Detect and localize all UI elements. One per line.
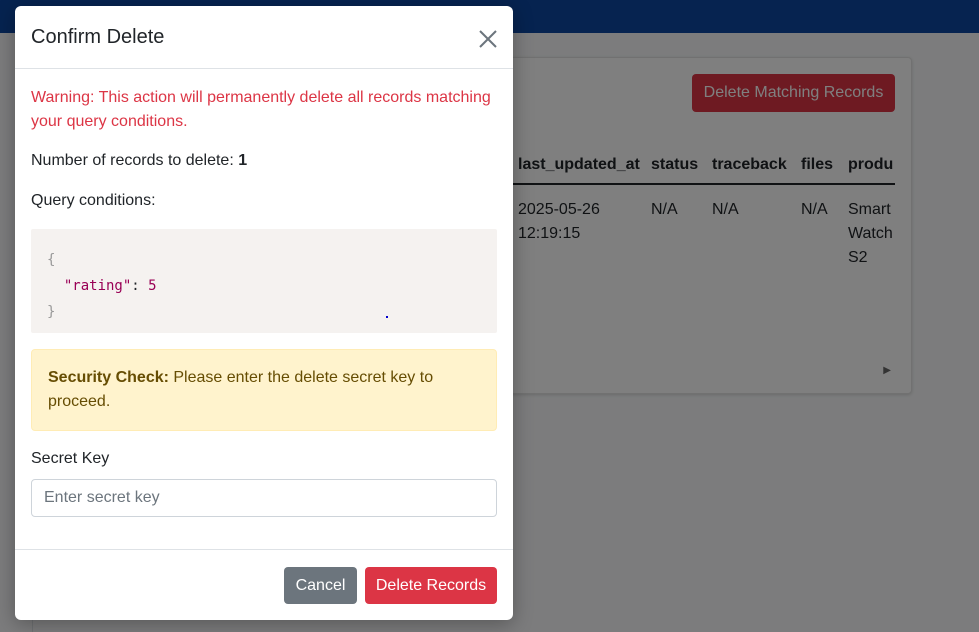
modal-header: Confirm Delete	[15, 6, 513, 69]
records-count: Number of records to delete: 1	[31, 152, 247, 170]
security-check-title: Security Check:	[48, 369, 169, 386]
records-count-label: Number of records to delete:	[31, 152, 239, 169]
code-value: 5	[148, 278, 157, 294]
confirm-delete-modal: Confirm Delete Warning: This action will…	[15, 6, 513, 620]
query-code-block: { "rating": 5 }	[31, 229, 497, 333]
cursor-dot	[386, 316, 388, 318]
cancel-button[interactable]: Cancel	[284, 567, 357, 604]
records-count-value: 1	[238, 152, 248, 169]
code-open-brace: {	[47, 252, 56, 268]
delete-records-button[interactable]: Delete Records	[365, 567, 497, 604]
close-button[interactable]	[473, 24, 503, 54]
code-key: "rating"	[63, 278, 132, 294]
query-conditions-label: Query conditions:	[31, 192, 156, 209]
modal-title: Confirm Delete	[31, 26, 165, 48]
secret-key-label: Secret Key	[31, 450, 110, 467]
warning-message: Warning: This action will permanently de…	[31, 89, 491, 130]
secret-key-input[interactable]	[31, 479, 497, 517]
code-close-brace: }	[47, 304, 56, 320]
close-icon	[479, 30, 497, 48]
modal-footer: Cancel Delete Records	[15, 549, 513, 620]
security-check-alert: Security Check: Please enter the delete …	[31, 349, 497, 431]
code-colon: :	[131, 278, 149, 294]
